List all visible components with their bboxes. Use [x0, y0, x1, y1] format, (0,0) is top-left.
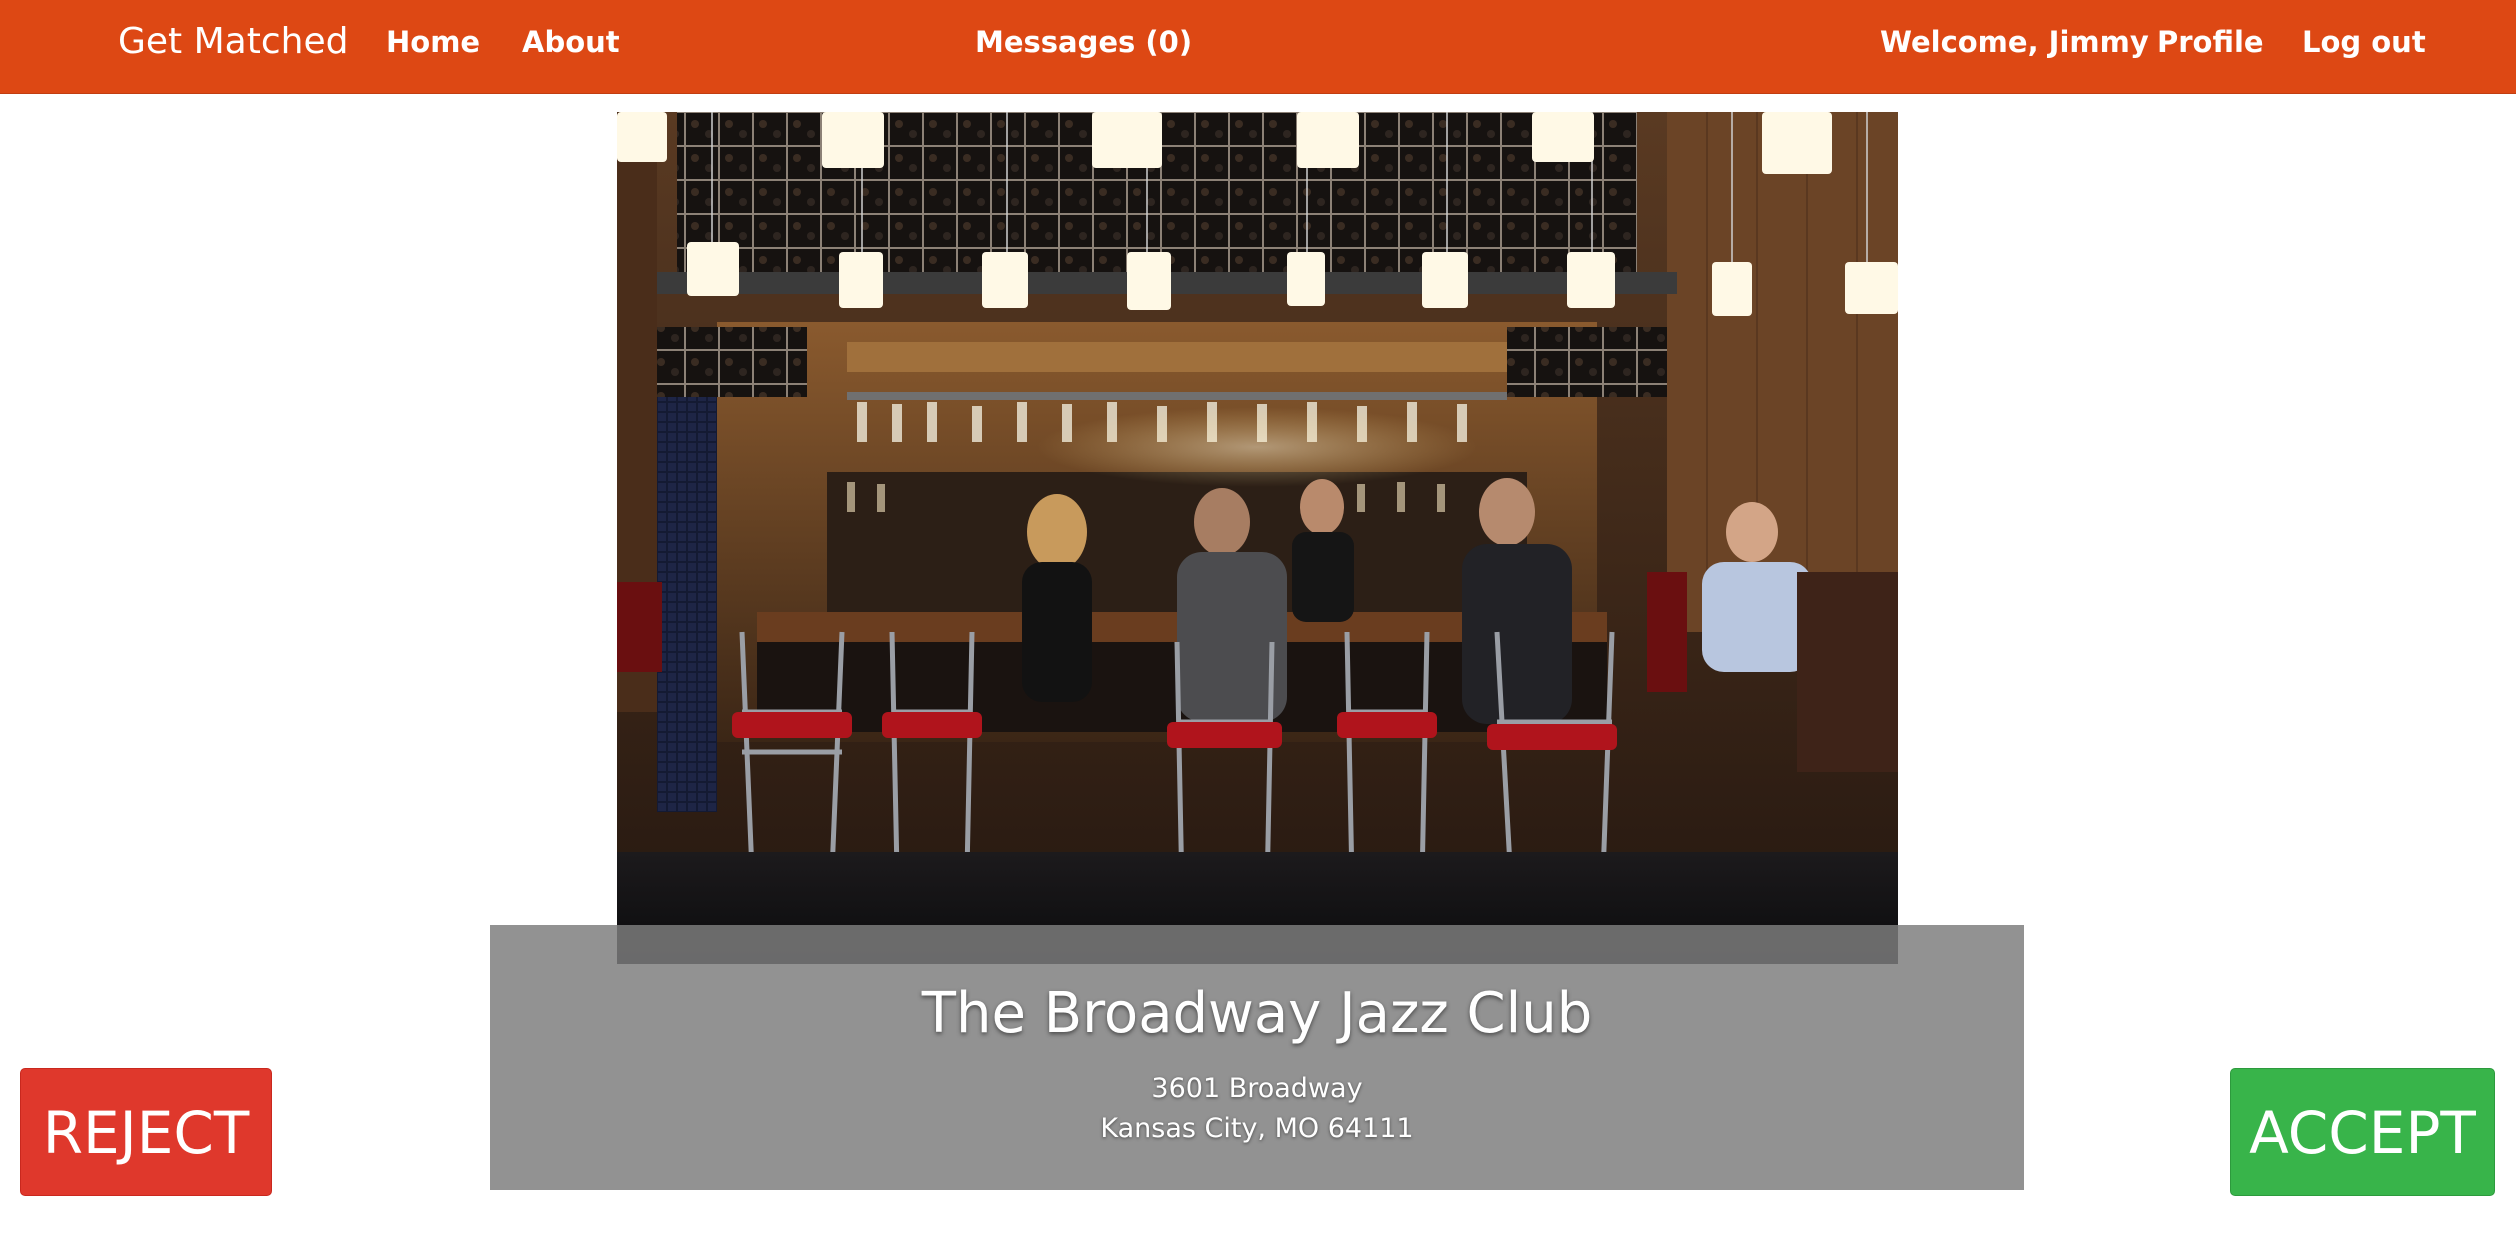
- accept-button[interactable]: ACCEPT: [2230, 1068, 2495, 1196]
- venue-name: The Broadway Jazz Club: [921, 981, 1593, 1046]
- nav-welcome-user[interactable]: Welcome, Jimmy: [1880, 22, 2149, 62]
- nav-profile-link[interactable]: Profile: [2157, 22, 2264, 62]
- nav-home-link[interactable]: Home: [386, 22, 480, 62]
- venue-address-line1: 3601 Broadway: [1151, 1073, 1363, 1104]
- reject-button[interactable]: REJECT: [20, 1068, 272, 1196]
- venue-address-line2: Kansas City, MO 64111: [1100, 1113, 1414, 1144]
- nav-messages-link[interactable]: Messages (0): [975, 22, 1192, 62]
- nav-about-link[interactable]: About: [522, 22, 620, 62]
- nav-logout-link[interactable]: Log out: [2302, 22, 2426, 62]
- brand-link[interactable]: Get Matched: [118, 18, 348, 66]
- top-navbar: Get Matched Home About Messages (0) Welc…: [0, 0, 2516, 94]
- venue-photo: [617, 112, 1898, 964]
- venue-caption-panel: The Broadway Jazz Club 3601 Broadway Kan…: [490, 925, 2024, 1190]
